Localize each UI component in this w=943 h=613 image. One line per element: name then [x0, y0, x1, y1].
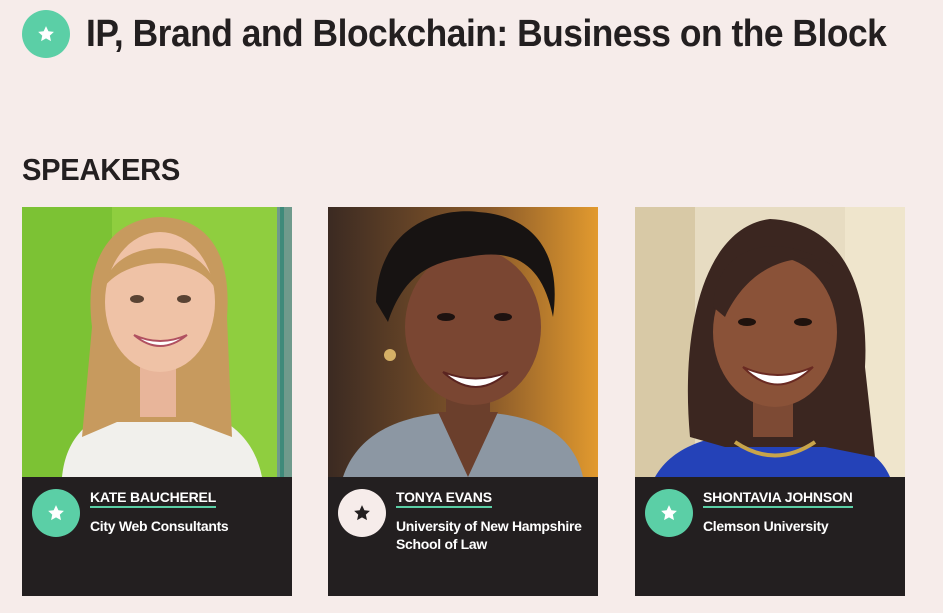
speaker-info: TONYA EVANS University of New Hampshire … [328, 477, 598, 596]
speaker-card[interactable]: TONYA EVANS University of New Hampshire … [328, 207, 598, 596]
speaker-organization: City Web Consultants [90, 518, 229, 534]
star-icon [32, 489, 80, 537]
session-header: IP, Brand and Blockchain: Business on th… [22, 10, 937, 58]
speaker-photo[interactable] [22, 207, 292, 477]
page-title: IP, Brand and Blockchain: Business on th… [86, 13, 887, 55]
speaker-card[interactable]: KATE BAUCHEREL City Web Consultants [22, 207, 292, 596]
speaker-name-link[interactable]: KATE BAUCHEREL [90, 489, 216, 508]
star-icon [22, 10, 70, 58]
speaker-name-link[interactable]: TONYA EVANS [396, 489, 492, 508]
speaker-organization: University of New Hampshire School of La… [396, 518, 582, 552]
speaker-card[interactable]: SHONTAVIA JOHNSON Clemson University [635, 207, 905, 596]
speaker-info: SHONTAVIA JOHNSON Clemson University [635, 477, 905, 596]
speaker-organization: Clemson University [703, 518, 829, 534]
speaker-info: KATE BAUCHEREL City Web Consultants [22, 477, 292, 596]
speakers-heading: SPEAKERS [22, 152, 181, 187]
star-icon [338, 489, 386, 537]
speaker-name-link[interactable]: SHONTAVIA JOHNSON [703, 489, 853, 508]
speaker-photo[interactable] [328, 207, 598, 477]
speaker-photo[interactable] [635, 207, 905, 477]
star-icon [645, 489, 693, 537]
